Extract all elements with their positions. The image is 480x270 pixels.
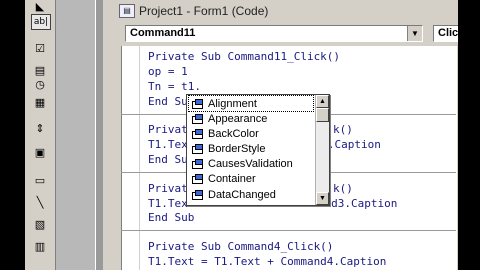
intellisense-item[interactable]: Appearance xyxy=(189,111,313,126)
code-window-titlebar[interactable]: ▤ Project1 - Form1 (Code) xyxy=(103,0,458,22)
intellisense-item[interactable]: BorderStyle xyxy=(189,141,313,156)
window-title: Project1 - Form1 (Code) xyxy=(139,4,269,18)
toolbox: ◣ ab| ☑ ▤ ◷ ▦ ⇕ ▣ ▭ ╲ ▧ ▥ xyxy=(25,0,56,270)
screen-border-right xyxy=(458,0,480,270)
code-line: T1.Tex xyxy=(148,197,188,210)
intellisense-scrollbar[interactable]: ▲ ▼ xyxy=(315,95,329,205)
property-icon xyxy=(191,173,204,184)
property-icon xyxy=(191,143,204,154)
scroll-up-icon[interactable]: ▲ xyxy=(316,95,329,108)
code-line: T1.Tex xyxy=(148,138,188,151)
code-line-tail: k() xyxy=(333,182,353,195)
intellisense-item[interactable]: DataChanged xyxy=(189,187,313,202)
property-icon xyxy=(191,113,204,124)
frame-tool-icon[interactable]: ▣ xyxy=(29,142,51,162)
code-line: Private Sub Command11_Click() xyxy=(148,50,341,63)
editor-margin xyxy=(122,46,140,270)
intellisense-item[interactable]: Container xyxy=(189,171,313,186)
code-line: Tn = t1. xyxy=(148,80,201,93)
property-icon xyxy=(191,158,204,169)
property-icon xyxy=(191,98,204,109)
code-line: Private Sub Command4_Click() xyxy=(148,240,334,253)
code-line: op = 1 xyxy=(148,65,188,78)
intellisense-item[interactable]: BackColor xyxy=(189,126,313,141)
intellisense-item[interactable]: CausesValidation xyxy=(189,156,313,171)
combobox-tool-icon[interactable]: ▦ xyxy=(29,92,51,112)
scroll-down-icon[interactable]: ▼ xyxy=(316,192,329,205)
combo-row: Command11 ▼ Click xyxy=(103,22,473,46)
timer-tool-icon[interactable]: ◷ xyxy=(29,74,51,94)
data-tool-icon[interactable]: ▧ xyxy=(29,214,51,234)
code-line-tail: k() xyxy=(333,123,353,136)
label-tool-icon[interactable]: ab| xyxy=(31,14,51,30)
procedure-separator xyxy=(121,230,456,231)
property-icon xyxy=(191,189,204,200)
code-line: T1.Text = T1.Text + Command4.Caption xyxy=(148,255,387,268)
property-icon xyxy=(191,128,204,139)
ole-tool-icon[interactable]: ▥ xyxy=(29,236,51,256)
screen: ◣ ab| ☑ ▤ ◷ ▦ ⇕ ▣ ▭ ╲ ▧ ▥ ▤ Project1 - F… xyxy=(0,0,480,270)
code-line: End Su xyxy=(148,153,188,166)
scroll-thumb[interactable] xyxy=(316,108,329,122)
picture-tool-icon[interactable]: ▭ xyxy=(29,170,51,190)
code-line: End Su xyxy=(148,95,188,108)
checkbox-tool-icon[interactable]: ☑ xyxy=(29,38,51,58)
intellisense-item[interactable]: Alignment xyxy=(188,95,314,112)
object-combobox[interactable]: Command11 ▼ xyxy=(125,25,423,42)
code-line: Privat xyxy=(148,123,188,136)
object-combobox-arrow-icon[interactable]: ▼ xyxy=(407,26,422,41)
code-line: End Sub xyxy=(148,211,195,224)
line-tool-icon[interactable]: ╲ xyxy=(29,192,51,212)
intellisense-list[interactable]: Alignment Appearance BackColor BorderSty… xyxy=(186,94,330,206)
code-line: Privat xyxy=(148,182,188,195)
scrollbar-tool-icon[interactable]: ⇕ xyxy=(29,118,51,138)
code-window-icon: ▤ xyxy=(119,4,135,18)
object-combobox-value: Command11 xyxy=(130,27,196,39)
screen-border-left xyxy=(0,0,25,270)
